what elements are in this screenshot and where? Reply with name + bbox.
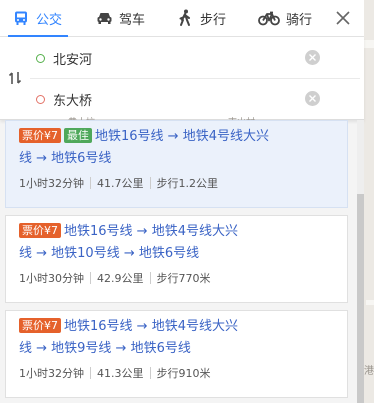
route-line-2: 线 → 地铁10号线 → 地铁6号线 xyxy=(19,246,200,261)
route-meta: 1小时30分钟 42.9公里 步行770米 xyxy=(19,270,211,286)
close-button[interactable] xyxy=(331,7,355,29)
close-icon xyxy=(336,11,350,25)
route-duration: 1小时30分钟 xyxy=(19,272,84,285)
route-line-text: 地铁16号线 → 地铁4号线大兴 xyxy=(95,129,269,144)
route-results-list: 票价¥7 最佳 地铁16号线 → 地铁4号线大兴 线 → 地铁6号线 1小时32分钟… xyxy=(0,120,358,403)
tab-label: 骑行 xyxy=(286,12,313,28)
clear-icon xyxy=(309,54,316,61)
price-badge: 票价¥7 xyxy=(19,318,61,333)
route-walk: 步行770米 xyxy=(156,272,211,285)
start-field[interactable]: 北安河 xyxy=(30,39,330,77)
start-input[interactable]: 北安河 xyxy=(53,49,92,68)
clear-end-button[interactable] xyxy=(305,91,320,106)
route-line-1: 票价¥7 地铁16号线 → 地铁4号线大兴 xyxy=(19,316,238,337)
map-road xyxy=(364,40,374,48)
route-line-text: 地铁16号线 → 地铁4号线大兴 xyxy=(64,319,238,334)
best-badge: 最佳 xyxy=(64,128,92,143)
route-result-card[interactable]: 票价¥7 地铁16号线 → 地铁4号线大兴 线 → 地铁9号线 → 地铁6号线 1… xyxy=(5,310,348,398)
bus-icon xyxy=(12,9,30,27)
field-divider xyxy=(30,78,360,79)
route-distance: 41.7公里 xyxy=(97,177,144,190)
route-result-card[interactable]: 票价¥7 地铁16号线 → 地铁4号线大兴 线 → 地铁10号线 → 地铁6号线 … xyxy=(5,215,348,303)
walk-icon xyxy=(176,9,194,27)
route-duration: 1小时32分钟 xyxy=(19,367,84,380)
route-input-box: 北安河 东大桥 xyxy=(0,37,364,120)
clear-start-button[interactable] xyxy=(305,50,320,65)
scrollbar-thumb[interactable] xyxy=(357,194,364,403)
end-input[interactable]: 东大桥 xyxy=(53,90,92,109)
route-meta: 1小时32分钟 41.7公里 步行1.2公里 xyxy=(19,175,218,191)
route-line-2: 线 → 地铁9号线 → 地铁6号线 xyxy=(19,341,191,356)
tab-label: 步行 xyxy=(200,12,227,28)
tab-transit[interactable]: 公交 xyxy=(7,0,69,37)
end-dot-icon xyxy=(36,94,45,104)
transport-mode-tabs: 公交 驾车 步行 骑行 xyxy=(0,0,364,37)
route-duration: 1小时32分钟 xyxy=(19,177,84,190)
bike-icon xyxy=(258,9,280,27)
route-line-1: 票价¥7 地铁16号线 → 地铁4号线大兴 xyxy=(19,221,238,242)
swap-arrows-icon xyxy=(8,72,22,84)
clear-icon xyxy=(309,95,316,102)
directions-panel: 公交 驾车 步行 骑行 北安河 东大桥 票价¥7 最佳 地铁16号线 → 地铁4… xyxy=(0,0,364,403)
route-distance: 42.9公里 xyxy=(97,272,144,285)
price-badge: 票价¥7 xyxy=(19,128,61,143)
route-meta: 1小时32分钟 41.3公里 步行910米 xyxy=(19,365,211,381)
tab-bike[interactable]: 骑行 xyxy=(258,0,312,36)
route-result-card[interactable]: 票价¥7 最佳 地铁16号线 → 地铁4号线大兴 线 → 地铁6号线 1小时32分钟… xyxy=(5,120,348,208)
tab-label: 驾车 xyxy=(119,12,146,28)
route-line-1: 票价¥7 最佳 地铁16号线 → 地铁4号线大兴 xyxy=(19,126,269,147)
start-dot-icon xyxy=(36,53,45,63)
route-distance: 41.3公里 xyxy=(97,367,144,380)
map-place-label: 港 xyxy=(364,366,374,377)
results-scrollbar[interactable] xyxy=(357,120,364,403)
route-line-2: 线 → 地铁6号线 xyxy=(19,151,112,166)
tab-drive[interactable]: 驾车 xyxy=(95,0,145,36)
end-field[interactable]: 东大桥 xyxy=(30,80,330,118)
map-road xyxy=(366,300,374,305)
price-badge: 票价¥7 xyxy=(19,223,61,238)
tab-walk[interactable]: 步行 xyxy=(176,0,226,36)
swap-route-button[interactable] xyxy=(6,69,24,87)
route-line-text: 地铁16号线 → 地铁4号线大兴 xyxy=(64,224,238,239)
car-icon xyxy=(95,9,113,27)
tab-label: 公交 xyxy=(36,12,63,28)
route-walk: 步行1.2公里 xyxy=(156,177,219,190)
route-walk: 步行910米 xyxy=(156,367,211,380)
